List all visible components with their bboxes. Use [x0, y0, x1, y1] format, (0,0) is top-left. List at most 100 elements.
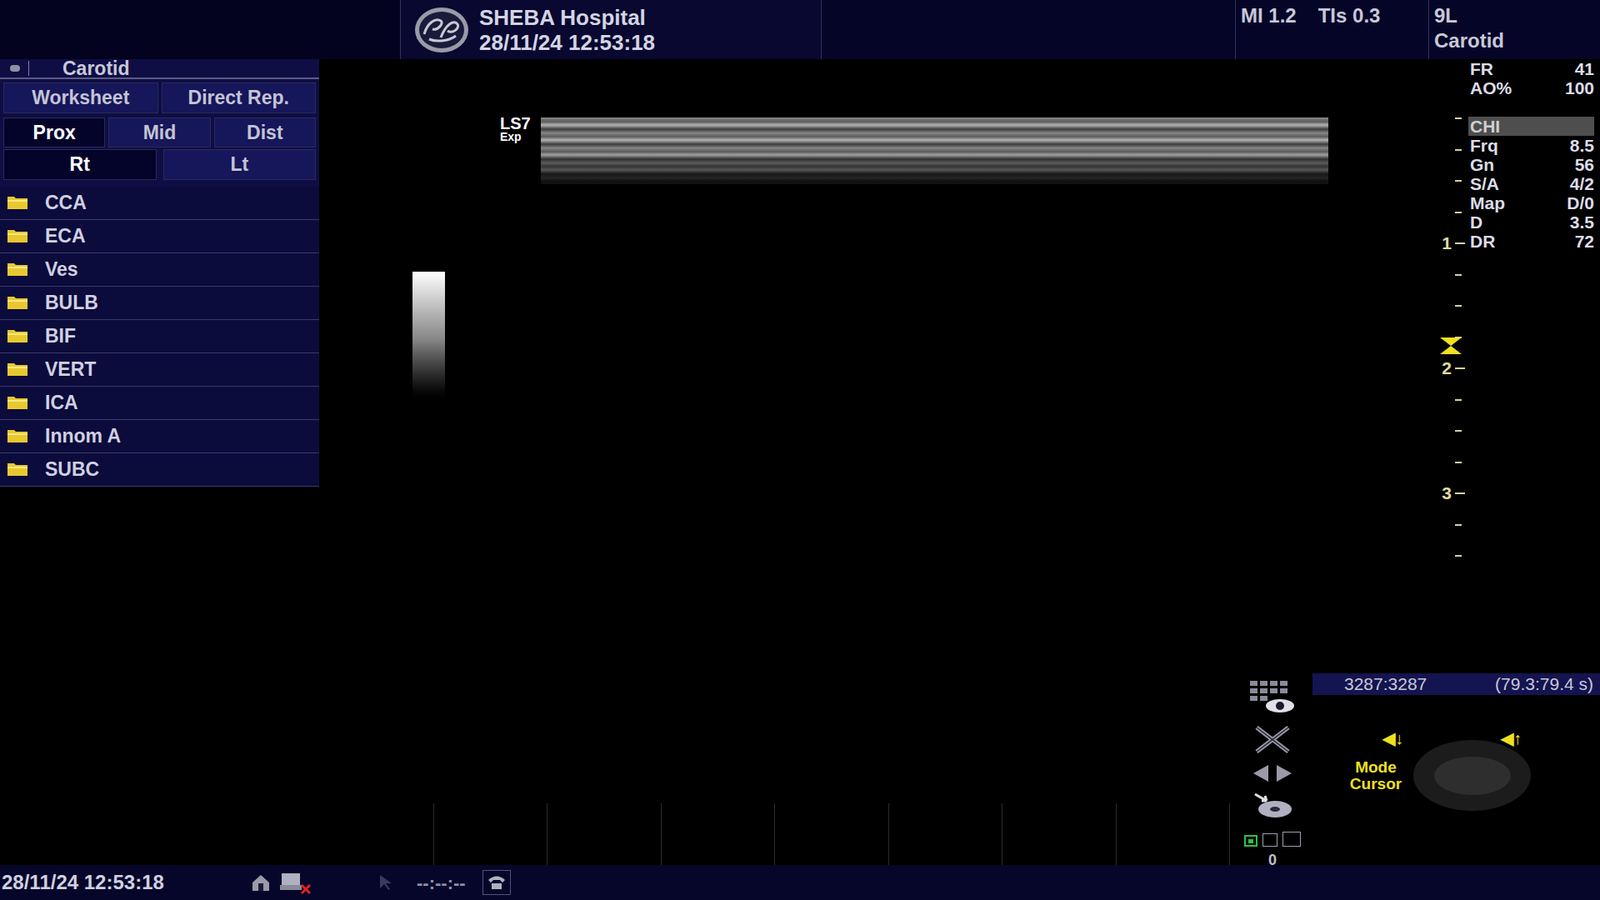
scale-tick-row: [1433, 555, 1469, 587]
folder-icon: [6, 294, 29, 311]
ultrasound-image: [540, 117, 1329, 185]
worksheet-panel: Carotid WorksheetDirect Rep. ProxMidDist…: [0, 59, 320, 487]
scale-tick-row: [1433, 274, 1469, 306]
scale-tick-row: [1433, 305, 1469, 337]
folder-item[interactable]: BULB: [0, 286, 320, 320]
probe-label-text: LS7: [500, 115, 531, 131]
parameter-row[interactable]: Map D/0: [1468, 193, 1595, 213]
side-button[interactable]: Rt: [3, 149, 157, 180]
worksheet-tab[interactable]: Direct Rep.: [161, 82, 317, 114]
parameter-row[interactable]: AO%100: [1468, 78, 1595, 98]
scale-tick-row: 3: [1433, 492, 1469, 525]
folder-icon: [6, 260, 29, 278]
folder-item[interactable]: SUBC: [0, 453, 320, 487]
ge-logo-icon: [412, 5, 471, 55]
segment-button[interactable]: Mid: [108, 117, 210, 149]
tis-value: TIs 0.3: [1318, 3, 1381, 29]
page-box[interactable]: [1244, 835, 1258, 847]
scale-tick: [1455, 180, 1462, 182]
parameter-value: 56: [1575, 155, 1595, 175]
folder-item[interactable]: VERT: [0, 353, 320, 387]
scale-tick-row: [1433, 399, 1469, 431]
parameter-row[interactable]: FR41: [1468, 59, 1595, 79]
scale-tick: [1455, 305, 1462, 307]
parameter-row[interactable]: Frq 8.5: [1468, 135, 1595, 155]
scale-tick: [1455, 430, 1462, 432]
folder-item[interactable]: ICA: [0, 386, 320, 420]
cine-time: (79.3:79.4 s): [1495, 670, 1594, 698]
parameter-row[interactable]: Gn 56: [1468, 155, 1595, 175]
parameter-value: 4/2: [1570, 174, 1595, 194]
focus-marker-icon[interactable]: [1438, 335, 1464, 356]
folder-icon: [6, 427, 29, 445]
worksheet-tab[interactable]: Worksheet: [3, 82, 159, 114]
folder-item[interactable]: Innom A: [0, 420, 320, 454]
folder-label: SUBC: [45, 455, 100, 485]
page-box[interactable]: [1262, 833, 1278, 847]
panel-header: Carotid: [0, 59, 320, 80]
printer-offline-icon[interactable]: [278, 870, 312, 895]
folder-item[interactable]: CCA: [0, 186, 320, 220]
thumbnail-view-icon[interactable]: [1248, 679, 1297, 715]
scale-tick: [1455, 242, 1465, 245]
parameter-value: 8.5: [1570, 135, 1595, 155]
folder-icon: [6, 460, 29, 478]
folder-label: ICA: [45, 388, 79, 418]
scale-tick-row: [1433, 430, 1469, 462]
parameter-name: Gn: [1470, 155, 1495, 175]
parameter-name: D: [1470, 212, 1483, 232]
scale-tick: [1455, 274, 1462, 276]
hospital-name: SHEBA Hospital: [479, 5, 655, 30]
folder-item[interactable]: BIF: [0, 320, 320, 354]
parameter-row[interactable]: DR72: [1468, 231, 1595, 251]
trackball-mode-text: Mode: [1355, 759, 1397, 776]
scale-tick-row: 2: [1433, 367, 1469, 400]
parameter-row[interactable]: CHI: [1468, 116, 1595, 136]
delete-icon[interactable]: [1253, 724, 1292, 755]
parameter-name: Frq: [1470, 135, 1499, 155]
page-box[interactable]: [1282, 831, 1301, 847]
trackball-mode: ModeCursor: [1340, 759, 1411, 793]
trackball-right-label: ◀↑: [1500, 728, 1522, 749]
timer: --:--:--: [416, 869, 466, 897]
folder-item[interactable]: ECA: [0, 220, 320, 254]
parameter-name: CHI: [1470, 116, 1500, 136]
folder-icon: [6, 360, 29, 378]
status-bar: 28/11/24 12:53:18 --:--:--: [0, 865, 1600, 900]
folder-item[interactable]: Ves: [0, 253, 320, 287]
scale-tick-row: [1433, 524, 1469, 556]
folder-icon: [6, 327, 29, 345]
parameter-row[interactable]: D3.5: [1468, 212, 1595, 232]
prev-next-icon[interactable]: [1251, 763, 1294, 784]
folder-icon: [6, 194, 29, 211]
parameter-name: Map: [1470, 193, 1505, 213]
header-datetime: 28/11/24 12:53:18: [479, 30, 655, 55]
phone-icon: [486, 874, 507, 891]
parameter-row[interactable]: S/A 4/2: [1468, 174, 1595, 194]
trackball-mode-text: Cursor: [1350, 775, 1402, 793]
scale-tick: [1455, 117, 1462, 120]
phone-button[interactable]: [482, 870, 511, 895]
top-bar: SHEBA Hospital 28/11/24 12:53:18 MI 1.2 …: [0, 0, 1600, 60]
scale-tick-row: [1433, 149, 1469, 181]
footer-datetime: 28/11/24 12:53:18: [0, 867, 250, 898]
cine-frames: 3287:3287: [1344, 670, 1427, 698]
preset-name: Carotid: [1434, 28, 1600, 54]
parameter-value: 41: [1575, 59, 1595, 79]
lock-icon[interactable]: [250, 872, 272, 893]
parameter-value: D/0: [1566, 193, 1595, 213]
segment-button[interactable]: Prox: [3, 117, 105, 149]
output-indices: MI 1.2 TIs 0.3: [1235, 0, 1429, 60]
parameter-name: S/A: [1470, 174, 1500, 194]
cursor-icon: [376, 873, 395, 892]
cine-bar[interactable]: 3287:3287 (79.3:79.4 s): [1312, 673, 1600, 695]
control-cluster: 3287:3287 (79.3:79.4 s): [1245, 673, 1600, 865]
folder-label: CCA: [45, 188, 87, 218]
trackball[interactable]: [1413, 740, 1531, 811]
scale-tick: [1455, 149, 1462, 151]
scale-label: 3: [1433, 483, 1452, 504]
folder-label: Ves: [45, 255, 79, 285]
save-disk-icon[interactable]: [1251, 790, 1294, 820]
segment-button[interactable]: Dist: [214, 117, 316, 149]
side-button[interactable]: Lt: [163, 149, 317, 180]
